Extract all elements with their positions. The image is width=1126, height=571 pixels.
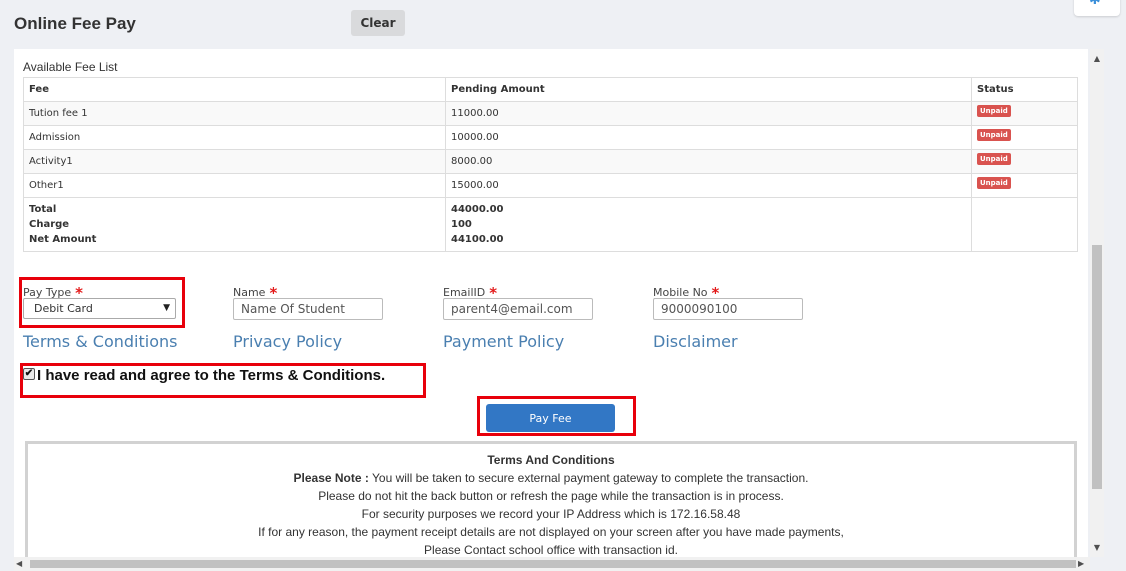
pending-amount: 15000.00 [445, 173, 972, 198]
terms-line: Please do not hit the back button or ref… [318, 489, 784, 503]
fee-name: Other1 [23, 173, 446, 198]
charge-label: Charge [29, 219, 70, 230]
table-row: Other1 15000.00 Unpaid [23, 173, 1078, 198]
horizontal-scrollbar[interactable]: ◀ ▶ [14, 557, 1090, 571]
totals-row: Total Charge Net Amount 44000.00 100 441… [23, 197, 1078, 252]
terms-line: If for any reason, the payment receipt d… [258, 525, 844, 539]
settings-button[interactable]: ✱ [1074, 0, 1120, 16]
pending-amount: 8000.00 [445, 149, 972, 174]
scroll-down-icon[interactable]: ▼ [1090, 541, 1104, 555]
table-row: Admission 10000.00 Unpaid [23, 125, 1078, 150]
gear-icon: ✱ [1089, 0, 1101, 8]
status-badge: Unpaid [977, 128, 1011, 141]
terms-line: For security purposes we record your IP … [361, 507, 741, 521]
scroll-left-icon[interactable]: ◀ [16, 557, 22, 571]
pay-type-highlight [19, 277, 185, 328]
column-header-fee: Fee [23, 77, 446, 102]
payment-policy-link[interactable]: Payment Policy [443, 332, 564, 351]
column-header-pending-amount: Pending Amount [445, 77, 972, 102]
status-badge: Unpaid [977, 104, 1011, 117]
net-amount-value: 44100.00 [451, 234, 504, 245]
charge-value: 100 [451, 219, 472, 230]
scroll-up-icon[interactable]: ▲ [1090, 52, 1104, 66]
fee-name: Tution fee 1 [23, 101, 446, 126]
table-row: Tution fee 1 11000.00 Unpaid [23, 101, 1078, 126]
terms-title: Terms And Conditions [487, 453, 615, 467]
agree-highlight [20, 363, 426, 398]
table-row: Activity1 8000.00 Unpaid [23, 149, 1078, 174]
terms-link[interactable]: Terms & Conditions [23, 332, 177, 351]
fee-name: Activity1 [23, 149, 446, 174]
vertical-scroll-thumb[interactable] [1092, 245, 1102, 489]
pending-amount: 10000.00 [445, 125, 972, 150]
horizontal-scroll-thumb[interactable] [30, 560, 1076, 568]
total-label: Total [29, 204, 57, 215]
disclaimer-link[interactable]: Disclaimer [653, 332, 738, 351]
pending-amount: 11000.00 [445, 101, 972, 126]
total-value: 44000.00 [451, 204, 504, 215]
fee-name: Admission [23, 125, 446, 150]
pay-button-highlight [477, 396, 636, 436]
privacy-policy-link[interactable]: Privacy Policy [233, 332, 342, 351]
terms-box: Terms And Conditions Please Note : You w… [25, 441, 1077, 571]
name-input[interactable]: Name Of Student [233, 298, 383, 320]
column-header-status: Status [971, 77, 1078, 102]
clear-button[interactable]: Clear [351, 10, 405, 36]
table-header-row: Fee Pending Amount Status [23, 77, 1078, 102]
page-title: Online Fee Pay [14, 14, 136, 33]
scroll-right-icon[interactable]: ▶ [1078, 557, 1084, 571]
fee-table: Fee Pending Amount Status Tution fee 1 1… [23, 77, 1078, 252]
status-badge: Unpaid [977, 152, 1011, 165]
fee-list-title: Available Fee List [23, 60, 118, 74]
terms-note: Please Note : You will be taken to secur… [293, 471, 809, 485]
net-amount-label: Net Amount [29, 234, 97, 245]
status-badge: Unpaid [977, 176, 1011, 189]
email-input[interactable]: parent4@email.com [443, 298, 593, 320]
fee-card: Available Fee List Fee Pending Amount St… [14, 49, 1088, 571]
mobile-input[interactable]: 9000090100 [653, 298, 803, 320]
